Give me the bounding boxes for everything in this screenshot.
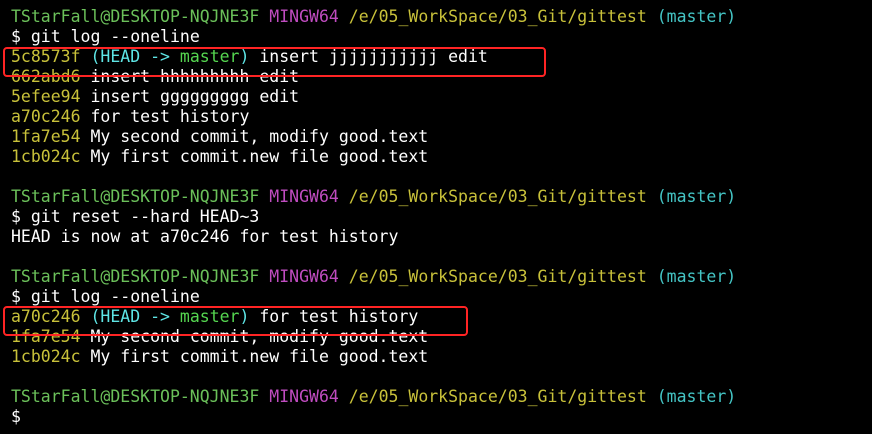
branch-ref: master <box>179 307 240 326</box>
commit-hash: 1cb024c <box>11 347 81 366</box>
prompt-system: MINGW64 <box>269 187 339 206</box>
commit-message: My first commit.new file good.text <box>80 347 429 366</box>
prompt-path: /e/05_WorkSpace/03_Git/gittest <box>348 7 647 26</box>
command-text: git log --oneline <box>30 27 200 46</box>
commit-hash: a70c246 <box>11 307 81 326</box>
commit-hash: 5c8573f <box>11 47 81 66</box>
commit-hash: 1fa7e54 <box>11 127 81 146</box>
prompt-line: TStarFall@DESKTOP-NQJNE3F MINGW64 /e/05_… <box>11 187 736 207</box>
prompt-user-host: TStarFall@DESKTOP-NQJNE3F <box>11 7 260 26</box>
commit-hash: 662abd6 <box>11 67 81 86</box>
prompt-symbol: $ <box>11 27 21 46</box>
command-line: $ git log --oneline <box>11 287 736 307</box>
commit-message: My first commit.new file good.text <box>80 147 429 166</box>
command-text: git reset --hard HEAD~3 <box>30 207 260 226</box>
commit-message: insert jjjjjjjjjjj edit <box>249 47 488 66</box>
commit-message: insert ggggggggg edit <box>80 87 300 106</box>
commit-message: My second commit, modify good.text <box>80 327 429 346</box>
prompt-symbol: $ <box>11 287 21 306</box>
terminal-window[interactable]: TStarFall@DESKTOP-NQJNE3F MINGW64 /e/05_… <box>0 0 872 434</box>
prompt-path: /e/05_WorkSpace/03_Git/gittest <box>348 187 647 206</box>
log-entry: 5efee94 insert ggggggggg edit <box>11 87 736 107</box>
prompt-path: /e/05_WorkSpace/03_Git/gittest <box>348 267 647 286</box>
prompt-branch: (master) <box>656 187 737 206</box>
prompt-user-host: TStarFall@DESKTOP-NQJNE3F <box>11 267 260 286</box>
commit-hash: 5efee94 <box>11 87 81 106</box>
commit-message: My second commit, modify good.text <box>80 127 429 146</box>
head-ref: (HEAD -> <box>90 307 180 326</box>
log-entry: 662abd6 insert hhhhhhhhh edit <box>11 67 736 87</box>
log-entry-head: 5c8573f (HEAD -> master) insert jjjjjjjj… <box>11 47 736 67</box>
prompt-branch: (master) <box>656 7 737 26</box>
head-ref-close: ) <box>239 307 250 326</box>
prompt-system: MINGW64 <box>269 7 339 26</box>
terminal-output: TStarFall@DESKTOP-NQJNE3F MINGW64 /e/05_… <box>11 7 736 427</box>
log-entry: 1fa7e54 My second commit, modify good.te… <box>11 327 736 347</box>
prompt-line: TStarFall@DESKTOP-NQJNE3F MINGW64 /e/05_… <box>11 387 736 407</box>
commit-hash: 1fa7e54 <box>11 327 81 346</box>
command-line: $ git reset --hard HEAD~3 <box>11 207 736 227</box>
commit-message: for test history <box>249 307 419 326</box>
commit-message: for test history <box>80 107 250 126</box>
log-entry: 1cb024c My first commit.new file good.te… <box>11 147 736 167</box>
command-line-active[interactable]: $ <box>11 407 736 427</box>
prompt-line: TStarFall@DESKTOP-NQJNE3F MINGW64 /e/05_… <box>11 267 736 287</box>
log-entry: 1cb024c My first commit.new file good.te… <box>11 347 736 367</box>
prompt-user-host: TStarFall@DESKTOP-NQJNE3F <box>11 387 260 406</box>
log-entry: 1fa7e54 My second commit, modify good.te… <box>11 127 736 147</box>
branch-ref: master <box>179 47 240 66</box>
prompt-symbol: $ <box>11 407 21 426</box>
prompt-user-host: TStarFall@DESKTOP-NQJNE3F <box>11 187 260 206</box>
prompt-system: MINGW64 <box>269 387 339 406</box>
commit-hash: 1cb024c <box>11 147 81 166</box>
log-entry: a70c246 for test history <box>11 107 736 127</box>
prompt-path: /e/05_WorkSpace/03_Git/gittest <box>348 387 647 406</box>
prompt-line: TStarFall@DESKTOP-NQJNE3F MINGW64 /e/05_… <box>11 7 736 27</box>
commit-hash: a70c246 <box>11 107 81 126</box>
head-ref: (HEAD -> <box>90 47 180 66</box>
prompt-symbol: $ <box>11 207 21 226</box>
command-text: git log --oneline <box>30 287 200 306</box>
prompt-system: MINGW64 <box>269 267 339 286</box>
command-line: $ git log --oneline <box>11 27 736 47</box>
prompt-branch: (master) <box>656 267 737 286</box>
log-entry-head: a70c246 (HEAD -> master) for test histor… <box>11 307 736 327</box>
head-ref-close: ) <box>239 47 250 66</box>
commit-message: insert hhhhhhhhh edit <box>80 67 300 86</box>
reset-output: HEAD is now at a70c246 for test history <box>11 227 399 246</box>
prompt-branch: (master) <box>656 387 737 406</box>
